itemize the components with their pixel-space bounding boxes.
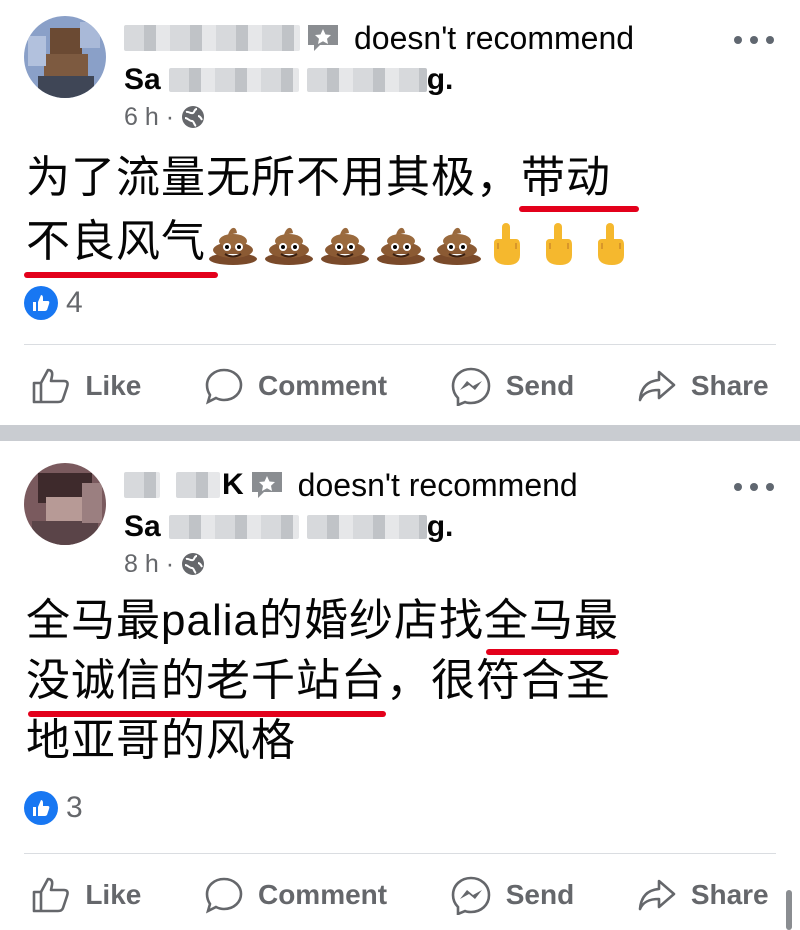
underlined-text: 不良风气 bbox=[24, 212, 218, 278]
send-button[interactable]: Send bbox=[450, 875, 574, 915]
comment-icon bbox=[205, 877, 243, 914]
like-reaction-icon bbox=[24, 791, 58, 825]
blurred-page-name bbox=[306, 68, 427, 92]
reaction-summary[interactable]: 4 bbox=[24, 286, 83, 320]
more-options-icon[interactable] bbox=[734, 30, 774, 50]
recommend-status: doesn't recommend bbox=[354, 19, 635, 56]
globe-icon bbox=[182, 106, 205, 128]
red-underline bbox=[28, 711, 386, 717]
post-text-segment: 没诚信的老千站台 bbox=[26, 656, 386, 705]
thumbs-up-icon bbox=[33, 877, 70, 913]
red-underline bbox=[485, 649, 619, 655]
thumbs-up-icon bbox=[33, 368, 70, 404]
like-label: Like bbox=[85, 370, 142, 401]
poop-emoji-icon bbox=[321, 228, 369, 266]
blurred-name[interactable] bbox=[176, 472, 220, 498]
post-text-segment: 全马最 bbox=[483, 596, 619, 645]
reaction-summary[interactable]: 3 bbox=[24, 791, 83, 825]
comment-button[interactable]: Comment bbox=[204, 876, 387, 914]
messenger-icon bbox=[451, 876, 491, 915]
page-name[interactable]: Sa g. bbox=[124, 509, 453, 545]
send-label: Send bbox=[505, 879, 575, 910]
underlined-text: 全马最 bbox=[483, 591, 619, 655]
red-underline bbox=[519, 206, 639, 212]
post-text-segment: 为了流量无所不用其极， bbox=[26, 153, 521, 202]
timestamp[interactable]: 6 h · bbox=[124, 103, 174, 132]
avatar[interactable] bbox=[24, 16, 106, 98]
post-header: K doesn't recommend bbox=[124, 465, 578, 505]
post-separator bbox=[0, 425, 800, 441]
underlined-text: 带动 bbox=[519, 148, 639, 212]
blurred-name[interactable] bbox=[124, 25, 300, 51]
timestamp[interactable]: 8 h · bbox=[124, 550, 174, 579]
like-count: 4 bbox=[66, 286, 83, 319]
comment-icon bbox=[205, 368, 243, 405]
like-count: 3 bbox=[66, 791, 83, 824]
post-1: doesn't recommend Sa g. 6 h · 为了流量无所不用其极… bbox=[0, 0, 800, 425]
blurred-page-name bbox=[168, 515, 299, 539]
divider bbox=[24, 344, 776, 345]
recommend-icon bbox=[250, 470, 284, 500]
post-meta: 8 h · bbox=[124, 549, 206, 579]
like-reaction-icon bbox=[24, 286, 58, 320]
share-icon bbox=[638, 370, 676, 402]
send-label: Send bbox=[505, 370, 575, 401]
comment-label: Comment bbox=[257, 879, 388, 910]
post-meta: 6 h · bbox=[124, 102, 206, 132]
underlined-text: 没诚信的老千站台 bbox=[26, 651, 386, 717]
post-text-segment: 地亚哥的风格 bbox=[26, 716, 296, 765]
recommend-status: doesn't recommend bbox=[297, 466, 578, 503]
share-icon bbox=[638, 879, 676, 911]
middle-finger-emoji-icon bbox=[494, 223, 520, 266]
share-label: Share bbox=[690, 370, 769, 401]
post-header: doesn't recommend bbox=[124, 18, 634, 58]
page-name[interactable]: Sa g. bbox=[124, 62, 453, 98]
middle-finger-emoji-icon bbox=[546, 223, 572, 266]
avatar[interactable] bbox=[24, 463, 106, 545]
post-text: 全马最palia的婚纱店找全马最 没诚信的老千站台 ，很符合圣 地亚哥的风格 bbox=[26, 591, 619, 771]
like-label: Like bbox=[85, 879, 142, 910]
poop-emoji-icon bbox=[209, 228, 257, 266]
scrollbar[interactable] bbox=[786, 890, 792, 930]
blurred-name[interactable] bbox=[124, 472, 160, 498]
more-options-icon[interactable] bbox=[734, 477, 774, 497]
middle-finger-emoji-icon bbox=[598, 223, 624, 266]
share-button[interactable]: Share bbox=[637, 368, 769, 404]
messenger-icon bbox=[451, 367, 491, 406]
post-text-segment: 带动 bbox=[521, 153, 611, 202]
post-text: 为了流量无所不用其极，带动 不良风气 bbox=[24, 148, 642, 278]
page-name-end: g. bbox=[426, 63, 454, 96]
send-button[interactable]: Send bbox=[450, 366, 574, 406]
post-text-segment: 全马最palia的婚纱店找 bbox=[26, 596, 484, 645]
globe-icon bbox=[182, 553, 205, 575]
action-bar: Like Comment Send Share bbox=[0, 356, 800, 416]
comment-label: Comment bbox=[257, 370, 388, 401]
share-label: Share bbox=[690, 879, 769, 910]
blurred-page-name bbox=[168, 68, 299, 92]
like-button[interactable]: Like bbox=[31, 876, 141, 914]
author-name[interactable]: K bbox=[222, 468, 244, 502]
action-bar: Like Comment Send Share bbox=[0, 865, 800, 925]
like-button[interactable]: Like bbox=[31, 367, 141, 405]
post-2: K doesn't recommend Sa g. 8 h · 全马最palia… bbox=[0, 441, 800, 930]
post-text-segment: ，很符合圣 bbox=[386, 656, 611, 705]
emoji-row bbox=[206, 221, 642, 267]
poop-emoji-icon bbox=[265, 228, 313, 266]
recommend-icon bbox=[306, 23, 340, 53]
red-underline bbox=[24, 272, 218, 278]
comment-button[interactable]: Comment bbox=[204, 367, 387, 405]
blurred-page-name bbox=[306, 515, 427, 539]
page-name-start: Sa bbox=[124, 510, 161, 543]
poop-emoji-icon bbox=[433, 228, 481, 266]
poop-emoji-icon bbox=[377, 228, 425, 266]
post-text-segment: 不良风气 bbox=[26, 217, 206, 266]
share-button[interactable]: Share bbox=[637, 877, 769, 913]
page-name-start: Sa bbox=[124, 63, 161, 96]
divider bbox=[24, 853, 776, 854]
page-name-end: g. bbox=[426, 510, 454, 543]
